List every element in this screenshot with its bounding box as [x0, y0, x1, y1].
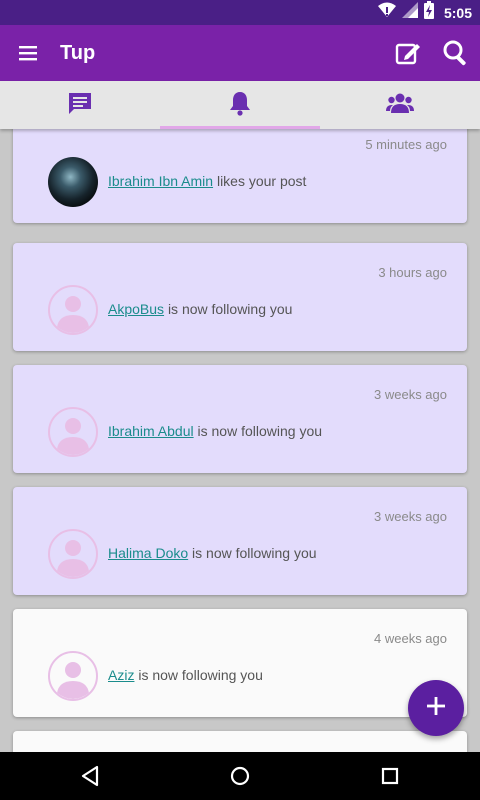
tab-messages[interactable] [0, 81, 160, 129]
avatar[interactable] [48, 529, 98, 579]
app-title: Tup [60, 42, 96, 64]
person-icon [57, 418, 89, 455]
notification-action: likes your post [216, 173, 307, 189]
username-link[interactable]: Ibrahim Abdul [108, 423, 194, 439]
tab-bar [0, 81, 480, 129]
avatar[interactable] [48, 407, 98, 457]
menu-icon[interactable] [16, 41, 40, 65]
username-link[interactable]: Aziz [108, 667, 134, 683]
notification-time: 3 hours ago [378, 265, 447, 280]
notification-text: Halima Doko is now following you [108, 545, 317, 561]
avatar[interactable] [48, 651, 98, 701]
username-link[interactable]: Ibrahim Ibn Amin [108, 173, 213, 189]
message-icon [67, 90, 93, 121]
notification-action: is now following you [138, 667, 263, 683]
app-bar: Tup [0, 25, 480, 81]
tab-people[interactable] [320, 81, 480, 129]
notification-action: is now following you [192, 545, 317, 561]
tab-notifications[interactable] [160, 81, 320, 129]
battery-icon [423, 1, 434, 24]
back-icon[interactable] [79, 764, 103, 788]
person-icon [57, 662, 89, 699]
group-icon [386, 92, 414, 119]
notification-card[interactable]: 5 minutes ago Ibrahim Ibn Amin likes you… [13, 129, 467, 223]
notification-card[interactable]: 3 weeks ago Halima Doko is now following… [13, 487, 467, 595]
notification-list[interactable]: 5 minutes ago Ibrahim Ibn Amin likes you… [0, 129, 480, 752]
tab-indicator [160, 126, 320, 129]
username-link[interactable]: Halima Doko [108, 545, 188, 561]
notification-action: is now following you [167, 301, 293, 317]
status-bar: 5:05 [0, 0, 480, 25]
notification-card[interactable] [13, 731, 467, 752]
add-button[interactable] [408, 680, 464, 736]
search-icon[interactable] [442, 39, 470, 67]
notification-text: Ibrahim Abdul is now following you [108, 423, 322, 439]
person-icon [57, 296, 89, 333]
username-link[interactable]: AkpoBus [108, 301, 164, 317]
plus-icon [426, 696, 446, 721]
notification-time: 5 minutes ago [365, 137, 447, 152]
recents-icon[interactable] [378, 764, 402, 788]
status-time: 5:05 [443, 4, 472, 21]
notification-text: Aziz is now following you [108, 667, 263, 683]
notification-card[interactable]: 3 hours ago AkpoBus is now following you [13, 243, 467, 351]
notification-text: Ibrahim Ibn Amin likes your post [108, 173, 306, 189]
signal-icon [401, 2, 418, 23]
person-icon [57, 540, 89, 577]
notification-time: 3 weeks ago [374, 509, 447, 524]
notification-card[interactable]: 4 weeks ago Aziz is now following you [13, 609, 467, 717]
notification-action: is now following you [197, 423, 323, 439]
status-icons: 5:05 [377, 1, 472, 24]
navigation-bar [0, 752, 480, 800]
bell-icon [228, 90, 252, 121]
compose-icon[interactable] [394, 39, 422, 67]
notification-card[interactable]: 3 weeks ago Ibrahim Abdul is now followi… [13, 365, 467, 473]
wifi-icon [377, 2, 396, 23]
home-icon[interactable] [228, 764, 252, 788]
notification-text: AkpoBus is now following you [108, 301, 292, 317]
avatar[interactable] [48, 285, 98, 335]
avatar[interactable] [48, 157, 98, 207]
notification-time: 3 weeks ago [374, 387, 447, 402]
notification-time: 4 weeks ago [374, 631, 447, 646]
